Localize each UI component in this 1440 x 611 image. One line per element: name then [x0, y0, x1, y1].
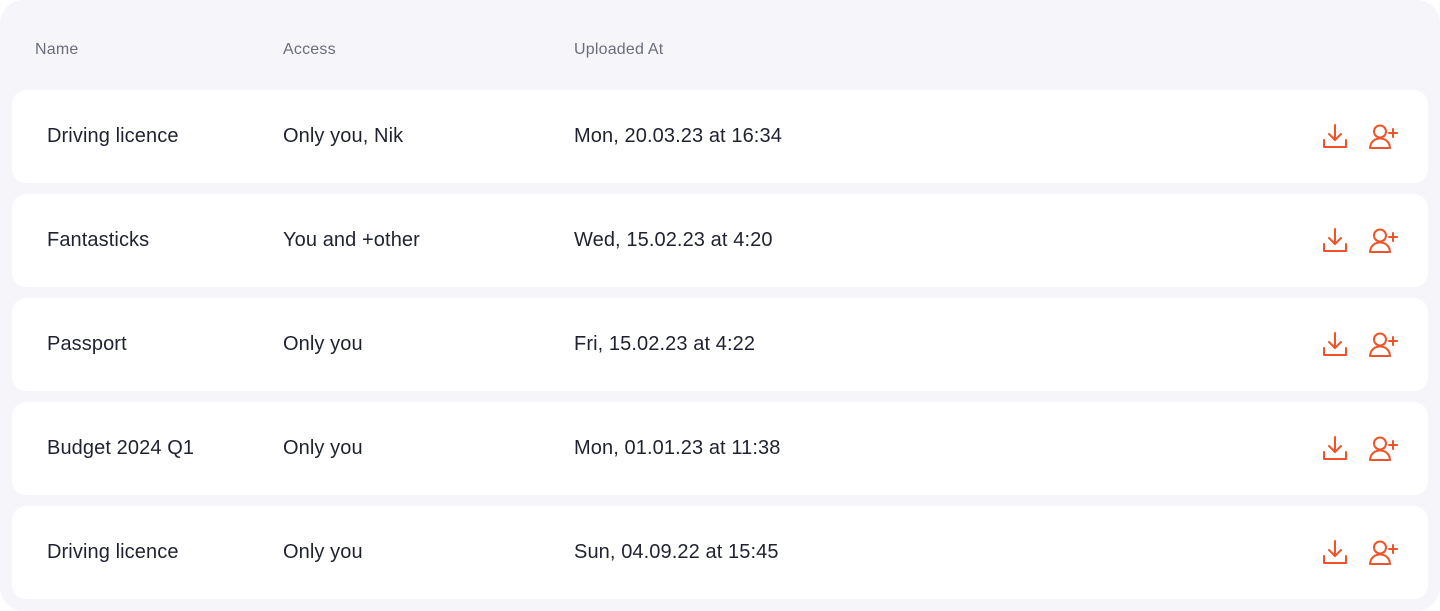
document-uploaded-at: Fri, 15.02.23 at 4:22 [574, 333, 756, 355]
document-name: Fantasticks [47, 229, 150, 251]
add-user-icon [1369, 540, 1398, 565]
download-button[interactable] [1320, 122, 1350, 152]
row-actions [1320, 402, 1398, 495]
documents-table: Name Access Uploaded At Driving licence … [0, 0, 1440, 611]
download-button[interactable] [1320, 330, 1350, 360]
document-access: You and +other [283, 229, 420, 251]
table-row[interactable]: Passport Only you Fri, 15.02.23 at 4:22 [12, 298, 1428, 391]
add-user-button[interactable] [1368, 122, 1398, 152]
add-user-button[interactable] [1368, 434, 1398, 464]
table-row[interactable]: Budget 2024 Q1 Only you Mon, 01.01.23 at… [12, 402, 1428, 495]
add-user-icon [1369, 332, 1398, 357]
row-actions [1320, 298, 1398, 391]
document-access: Only you, Nik [283, 125, 404, 147]
download-icon [1323, 331, 1347, 356]
document-uploaded-at: Sun, 04.09.22 at 15:45 [574, 541, 779, 563]
table-row[interactable]: Fantasticks You and +other Wed, 15.02.23… [12, 194, 1428, 287]
row-actions [1320, 194, 1398, 287]
document-uploaded-at: Mon, 20.03.23 at 16:34 [574, 125, 782, 147]
document-access: Only you [283, 333, 363, 355]
download-button[interactable] [1320, 538, 1350, 568]
column-header-access[interactable]: Access [283, 41, 336, 59]
add-user-button[interactable] [1368, 538, 1398, 568]
document-name: Driving licence [47, 541, 179, 563]
add-user-icon [1369, 228, 1398, 253]
document-name: Passport [47, 333, 127, 355]
document-name: Driving licence [47, 125, 179, 147]
document-uploaded-at: Wed, 15.02.23 at 4:20 [574, 229, 773, 251]
column-header-name[interactable]: Name [35, 41, 78, 59]
download-icon [1323, 435, 1347, 460]
document-access: Only you [283, 541, 363, 563]
column-header-uploaded-at[interactable]: Uploaded At [574, 41, 663, 59]
document-uploaded-at: Mon, 01.01.23 at 11:38 [574, 437, 781, 459]
download-button[interactable] [1320, 434, 1350, 464]
row-actions [1320, 506, 1398, 599]
download-icon [1323, 123, 1347, 148]
download-icon [1323, 539, 1347, 564]
table-header: Name Access Uploaded At [0, 0, 1440, 90]
document-access: Only you [283, 437, 363, 459]
add-user-icon [1369, 124, 1398, 149]
document-name: Budget 2024 Q1 [47, 437, 195, 459]
table-row[interactable]: Driving licence Only you, Nik Mon, 20.03… [12, 90, 1428, 183]
add-user-button[interactable] [1368, 330, 1398, 360]
add-user-button[interactable] [1368, 226, 1398, 256]
add-user-icon [1369, 436, 1398, 461]
download-button[interactable] [1320, 226, 1350, 256]
row-actions [1320, 90, 1398, 183]
table-row[interactable]: Driving licence Only you Sun, 04.09.22 a… [12, 506, 1428, 599]
download-icon [1323, 227, 1347, 252]
